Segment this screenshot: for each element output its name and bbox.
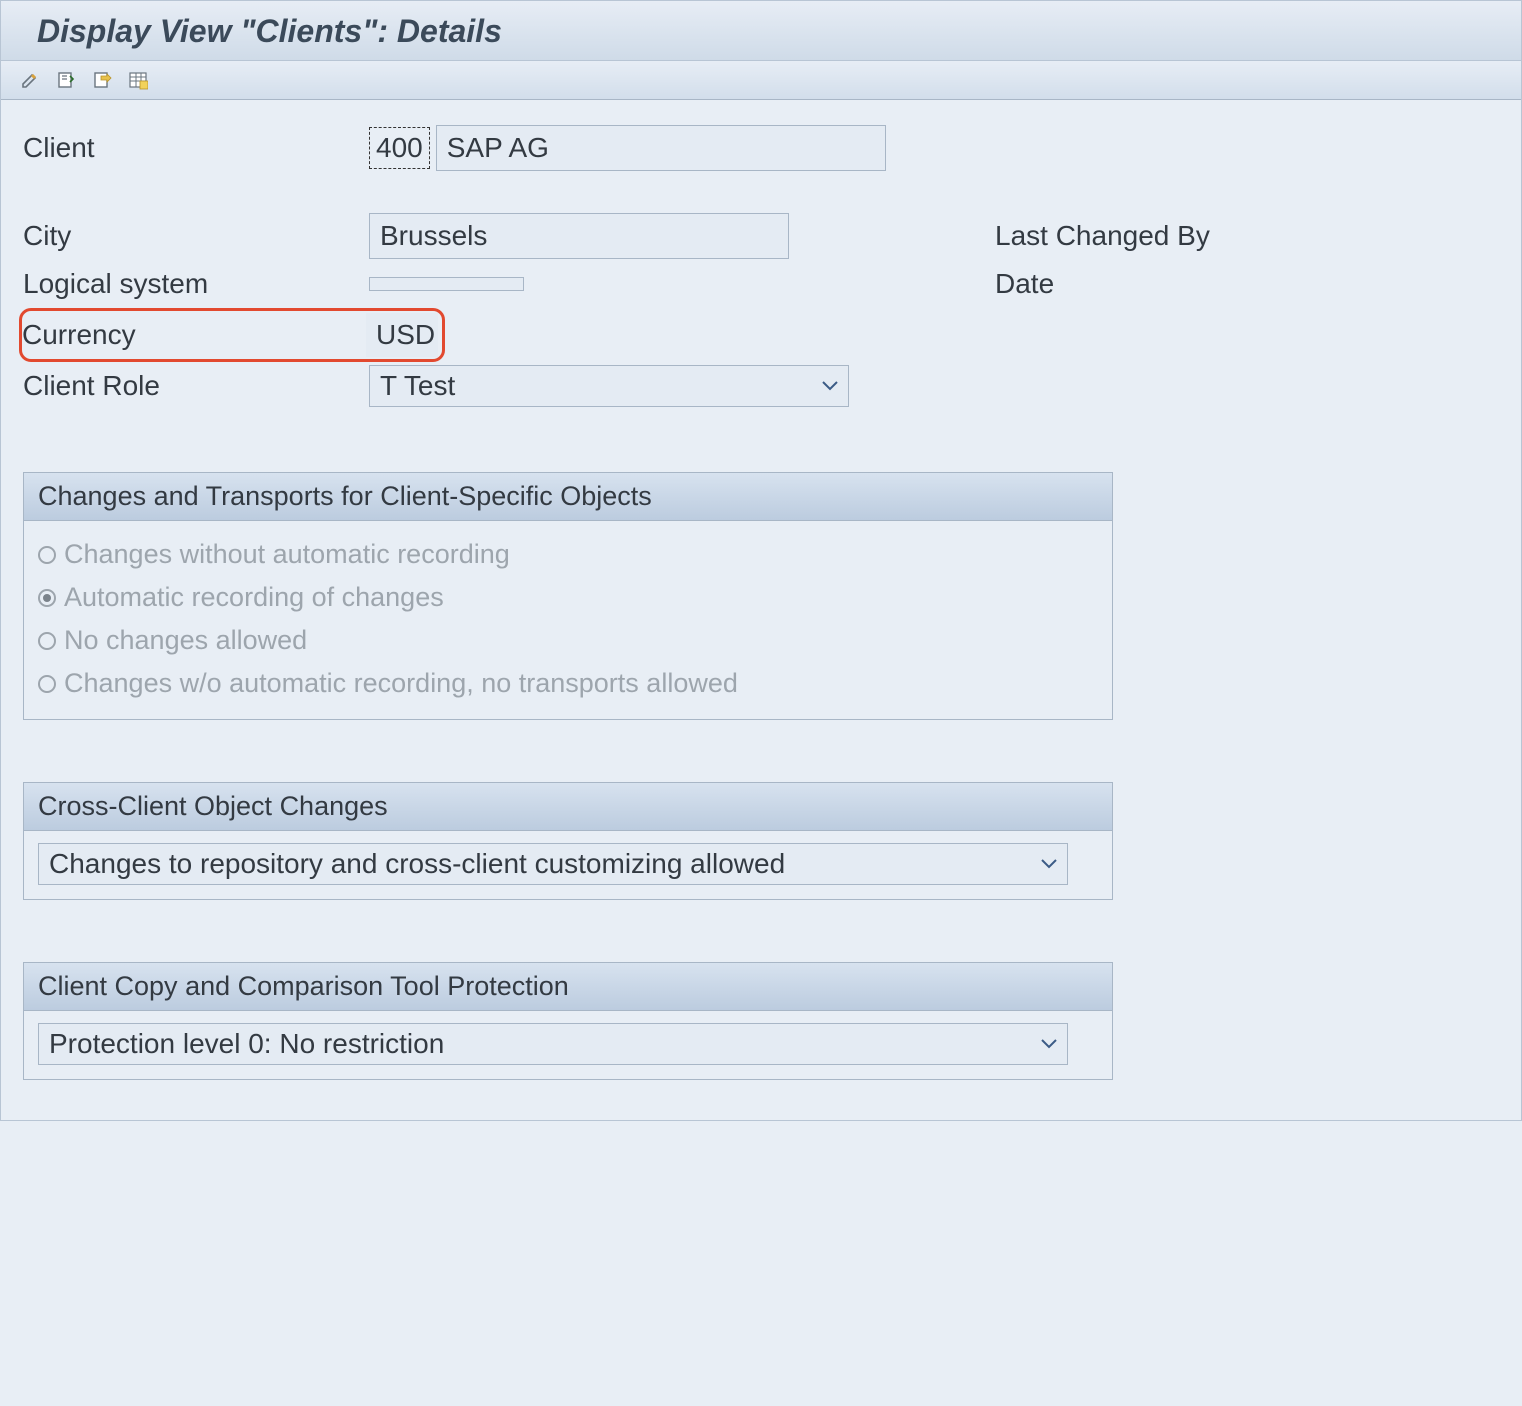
document-arrow-icon	[92, 70, 112, 90]
client-name-field: SAP AG	[436, 125, 886, 171]
radio-icon	[38, 632, 56, 650]
chevron-down-icon	[822, 381, 838, 391]
radio-option[interactable]: Changes without automatic recording	[38, 533, 1098, 576]
radio-label: Automatic recording of changes	[64, 582, 444, 613]
currency-field: USD	[366, 313, 438, 357]
table-settings-button[interactable]	[125, 67, 151, 93]
form-content: Client 400 SAP AG City Brussels Last Cha…	[1, 100, 1521, 1120]
page-title: Display View "Clients": Details	[1, 1, 1521, 61]
last-changed-by-label: Last Changed By	[995, 220, 1210, 252]
date-label: Date	[995, 268, 1054, 300]
toolbar	[1, 61, 1521, 100]
protection-select[interactable]: Protection level 0: No restriction	[38, 1023, 1068, 1065]
group-cross-client-title: Cross-Client Object Changes	[24, 783, 1112, 831]
pencil-icon	[20, 70, 40, 90]
group-changes-transports: Changes and Transports for Client-Specif…	[23, 472, 1113, 720]
client-label: Client	[23, 132, 363, 164]
row-client: Client 400 SAP AG	[23, 124, 1499, 172]
client-role-select[interactable]: T Test	[369, 365, 849, 407]
chevron-down-icon	[1041, 1039, 1057, 1049]
row-city: City Brussels Last Changed By	[23, 212, 1499, 260]
protection-value: Protection level 0: No restriction	[49, 1028, 444, 1060]
radio-icon	[38, 675, 56, 693]
cross-client-select[interactable]: Changes to repository and cross-client c…	[38, 843, 1068, 885]
radio-option[interactable]: Automatic recording of changes	[38, 576, 1098, 619]
currency-highlight: Currency USD	[19, 308, 445, 362]
cross-client-value: Changes to repository and cross-client c…	[49, 848, 785, 880]
client-number-field[interactable]: 400	[369, 127, 430, 169]
table-icon	[128, 70, 148, 90]
radio-option[interactable]: Changes w/o automatic recording, no tran…	[38, 662, 1098, 705]
client-role-value: T Test	[380, 370, 455, 402]
radio-icon	[38, 589, 56, 607]
chevron-down-icon	[1041, 859, 1057, 869]
row-client-role: Client Role T Test	[23, 362, 1499, 410]
city-label: City	[23, 220, 363, 252]
currency-label: Currency	[22, 319, 366, 351]
group-protection: Client Copy and Comparison Tool Protecti…	[23, 962, 1113, 1080]
group-protection-title: Client Copy and Comparison Tool Protecti…	[24, 963, 1112, 1011]
group-changes-body: Changes without automatic recording Autom…	[24, 521, 1112, 719]
radio-label: Changes without automatic recording	[64, 539, 510, 570]
client-role-label: Client Role	[23, 370, 363, 402]
radio-option[interactable]: No changes allowed	[38, 619, 1098, 662]
copy-button[interactable]	[53, 67, 79, 93]
row-currency: Currency USD	[23, 308, 1499, 362]
logical-system-field	[369, 277, 524, 291]
radio-label: No changes allowed	[64, 625, 307, 656]
export-button[interactable]	[89, 67, 115, 93]
group-changes-title: Changes and Transports for Client-Specif…	[24, 473, 1112, 521]
radio-icon	[38, 546, 56, 564]
logical-system-label: Logical system	[23, 268, 363, 300]
row-logical-system: Logical system Date	[23, 260, 1499, 308]
window: Display View "Clients": Details	[0, 0, 1522, 1121]
documents-icon	[56, 70, 76, 90]
edit-button[interactable]	[17, 67, 43, 93]
city-field: Brussels	[369, 213, 789, 259]
radio-label: Changes w/o automatic recording, no tran…	[64, 668, 738, 699]
group-cross-client: Cross-Client Object Changes Changes to r…	[23, 782, 1113, 900]
